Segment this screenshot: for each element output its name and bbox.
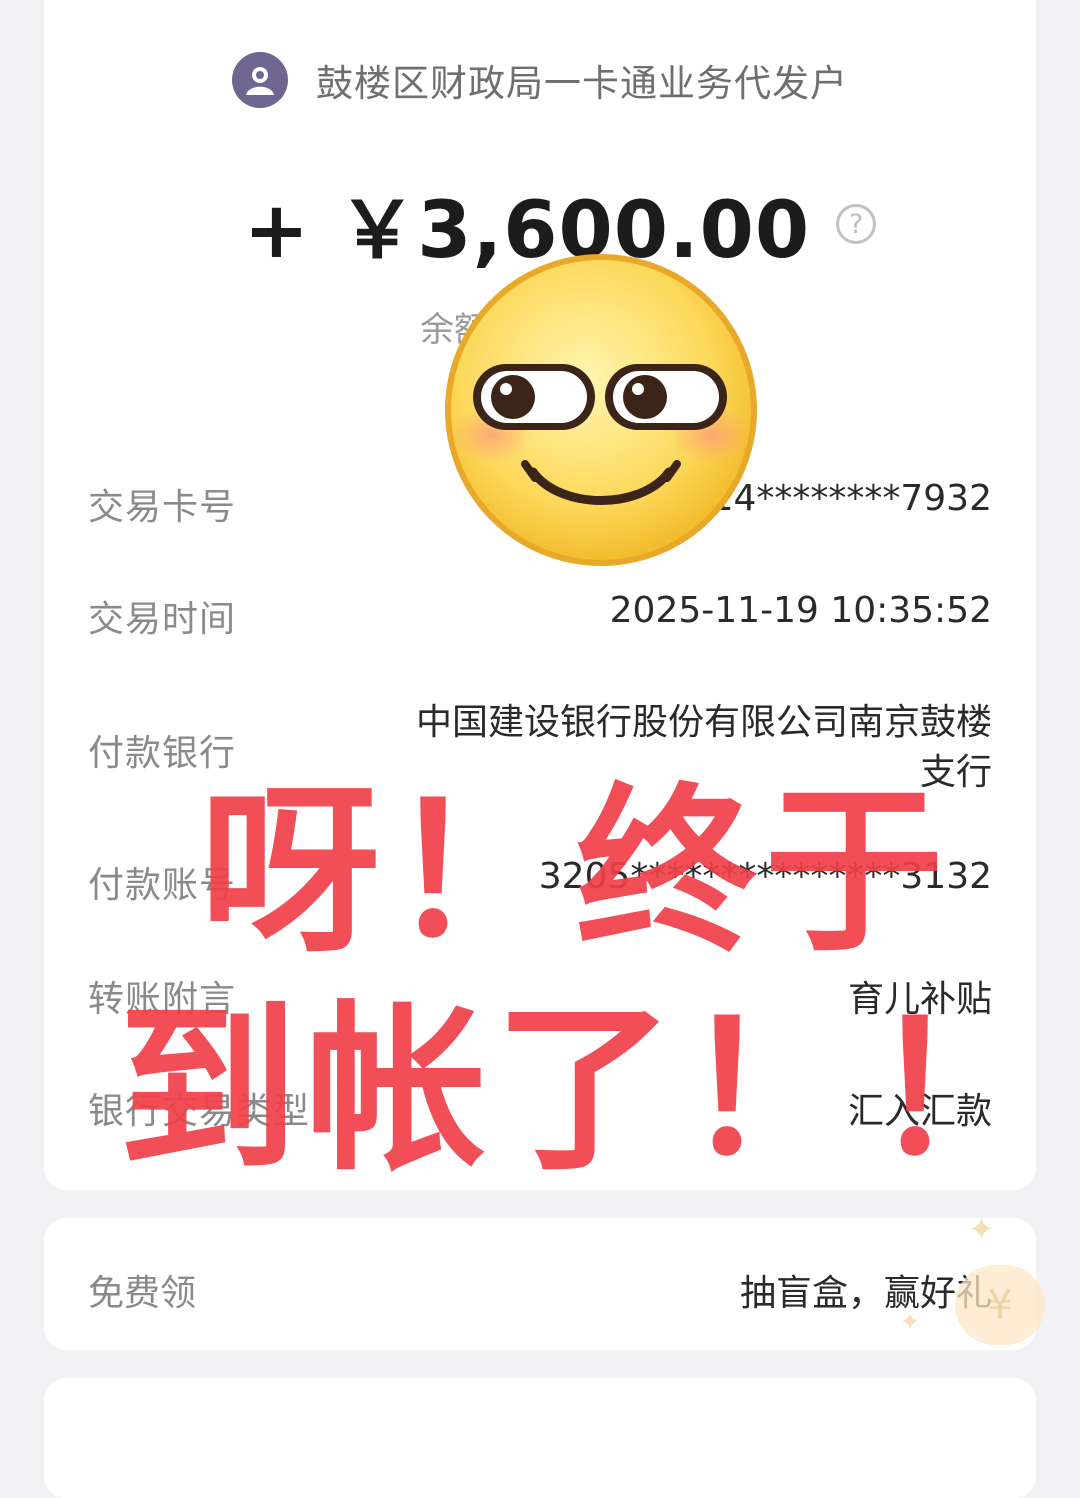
detail-label: 交易卡号 [88, 487, 237, 528]
coin-icon: ¥ [955, 1265, 1045, 1345]
overlay-text-line2: 到帐了！！ [118, 984, 1059, 1195]
sparkle-icon: ✦ [900, 1308, 921, 1336]
payer-header: 鼓楼区财政局一卡通业务代发户 [0, 52, 1080, 108]
promo-label: 免费领 [88, 1273, 197, 1314]
sparkle-icon: ✦ [968, 1210, 995, 1248]
question-circle-icon[interactable]: ? [836, 204, 877, 244]
user-avatar-icon [232, 52, 288, 108]
bottom-card [44, 1378, 1036, 1498]
overlay-text-line1: 呀！终于 [200, 766, 953, 977]
smirk-emoji-sticker [445, 254, 757, 566]
payer-name: 鼓楼区财政局一卡通业务代发户 [316, 62, 848, 105]
detail-label: 交易时间 [88, 599, 237, 640]
detail-value: 2025-11-19 10:35:52 [609, 590, 992, 631]
